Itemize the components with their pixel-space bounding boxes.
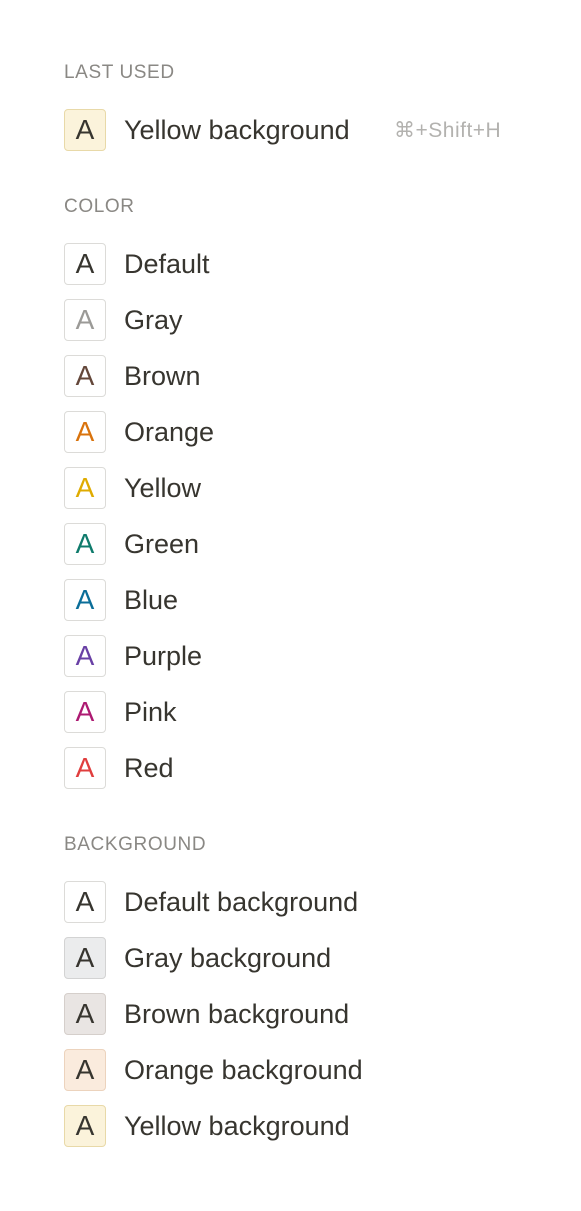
color-swatch-icon: A xyxy=(64,1049,106,1091)
menu-item-label: Orange xyxy=(124,416,215,447)
menu-item-last-used-yellow-background[interactable]: A Yellow background ⌘+Shift+H xyxy=(64,108,534,152)
color-swatch-icon: A xyxy=(64,1105,106,1147)
color-swatch-icon: A xyxy=(64,579,106,621)
section-header-color: COLOR xyxy=(64,196,135,217)
color-swatch-icon: A xyxy=(64,993,106,1035)
menu-item-color-blue[interactable]: A Blue xyxy=(64,578,534,622)
menu-item-label: Default xyxy=(124,248,210,279)
menu-item-label: Red xyxy=(124,752,174,783)
menu-item-label: Gray xyxy=(124,304,183,335)
color-swatch-icon: A xyxy=(64,109,106,151)
menu-item-color-red[interactable]: A Red xyxy=(64,746,534,790)
menu-item-color-green[interactable]: A Green xyxy=(64,522,534,566)
section-header-last-used: LAST USED xyxy=(64,62,175,83)
menu-item-background-brown[interactable]: A Brown background xyxy=(64,992,534,1036)
menu-item-label: Brown xyxy=(124,360,201,391)
menu-item-color-default[interactable]: A Default xyxy=(64,242,534,286)
color-swatch-icon: A xyxy=(64,467,106,509)
menu-item-label: Blue xyxy=(124,584,179,615)
menu-item-color-pink[interactable]: A Pink xyxy=(64,690,534,734)
menu-item-color-brown[interactable]: A Brown xyxy=(64,354,534,398)
menu-item-color-yellow[interactable]: A Yellow xyxy=(64,466,534,510)
section-header-background: BACKGROUND xyxy=(64,834,207,855)
color-swatch-icon: A xyxy=(64,937,106,979)
menu-item-background-gray[interactable]: A Gray background xyxy=(64,936,534,980)
menu-item-label: Brown background xyxy=(124,998,350,1029)
menu-item-label: Yellow background xyxy=(124,114,350,145)
menu-item-background-orange[interactable]: A Orange background xyxy=(64,1048,534,1092)
menu-item-label: Orange background xyxy=(124,1054,363,1085)
menu-item-label: Green xyxy=(124,528,200,559)
menu-item-label: Pink xyxy=(124,696,177,727)
menu-item-label: Purple xyxy=(124,640,203,671)
menu-item-label: Default background xyxy=(124,886,359,917)
color-swatch-icon: A xyxy=(64,881,106,923)
color-swatch-icon: A xyxy=(64,355,106,397)
color-swatch-icon: A xyxy=(64,523,106,565)
color-swatch-icon: A xyxy=(64,691,106,733)
menu-item-background-default[interactable]: A Default background xyxy=(64,880,534,924)
color-swatch-icon: A xyxy=(64,243,106,285)
menu-item-background-yellow[interactable]: A Yellow background xyxy=(64,1104,534,1148)
menu-item-label: Gray background xyxy=(124,942,332,973)
color-swatch-icon: A xyxy=(64,411,106,453)
menu-item-color-purple[interactable]: A Purple xyxy=(64,634,534,678)
color-swatch-icon: A xyxy=(64,299,106,341)
menu-item-color-orange[interactable]: A Orange xyxy=(64,410,534,454)
menu-item-label: Yellow background xyxy=(124,1110,350,1141)
menu-item-label: Yellow xyxy=(124,472,202,503)
keyboard-shortcut: ⌘+Shift+H xyxy=(394,118,502,142)
menu-item-color-gray[interactable]: A Gray xyxy=(64,298,534,342)
color-swatch-icon: A xyxy=(64,747,106,789)
color-swatch-icon: A xyxy=(64,635,106,677)
text-color-menu: LAST USED A Yellow background ⌘+Shift+H … xyxy=(0,0,581,1211)
